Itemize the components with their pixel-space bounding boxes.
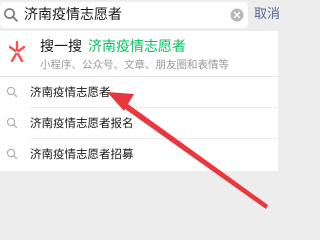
- souyisou-description: 小程序、公众号、文章、朋友圈和表情等: [40, 59, 229, 71]
- search-icon: [6, 117, 18, 129]
- cancel-button[interactable]: 取消: [254, 6, 280, 24]
- suggestion-label: 济南疫情志愿者报名: [30, 116, 134, 130]
- divider: [0, 76, 278, 77]
- divider: [30, 107, 278, 108]
- suggestion-item[interactable]: 济南疫情志愿者: [0, 78, 278, 108]
- clear-icon[interactable]: [230, 8, 244, 22]
- souyisou-entry[interactable]: 搜一搜 济南疫情志愿者 小程序、公众号、文章、朋友圈和表情等: [0, 31, 278, 75]
- souyisou-logo-icon: [8, 41, 26, 63]
- search-icon: [6, 148, 18, 160]
- search-box[interactable]: 济南疫情志愿者: [0, 2, 248, 28]
- suggestion-item[interactable]: 济南疫情志愿者报名: [0, 109, 278, 139]
- suggestion-item[interactable]: 济南疫情志愿者招募: [0, 140, 278, 170]
- divider: [30, 138, 278, 139]
- souyisou-title: 搜一搜 济南疫情志愿者: [40, 38, 186, 56]
- search-bar: 济南疫情志愿者 取消: [0, 0, 280, 31]
- suggestion-label: 济南疫情志愿者: [30, 85, 111, 99]
- suggestion-label: 济南疫情志愿者招募: [30, 147, 134, 161]
- souyisou-prefix: 搜一搜: [40, 39, 82, 55]
- search-icon: [6, 86, 18, 98]
- search-input[interactable]: 济南疫情志愿者: [24, 6, 122, 24]
- results-panel: 搜一搜 济南疫情志愿者 小程序、公众号、文章、朋友圈和表情等 济南疫情志愿者 济南…: [0, 31, 278, 171]
- souyisou-keyword: 济南疫情志愿者: [88, 39, 186, 55]
- search-icon: [4, 8, 18, 22]
